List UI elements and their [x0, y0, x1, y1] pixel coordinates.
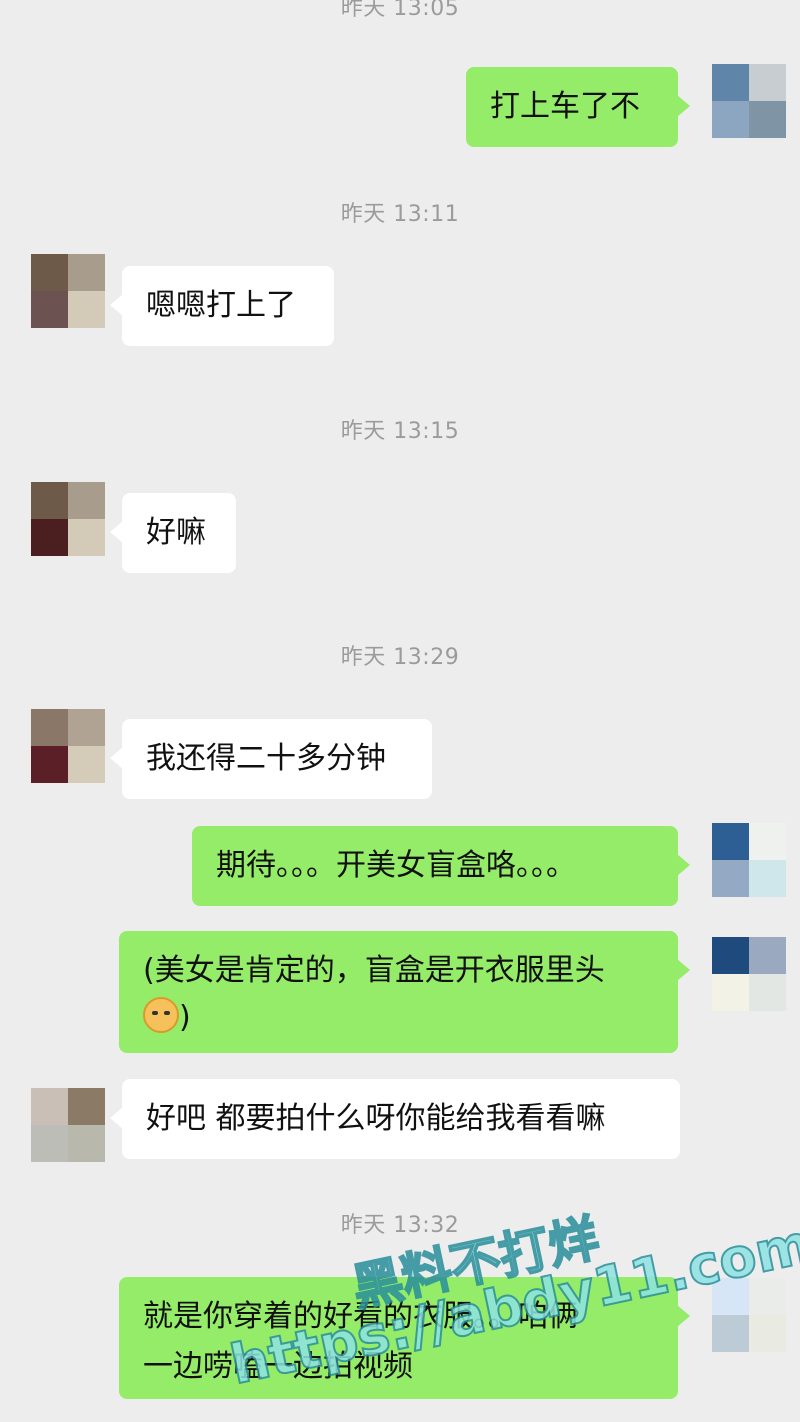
message-text: 期待。。。开美女盲盒咯。。。 — [216, 848, 576, 883]
message-text: 嗯嗯打上了 — [146, 288, 296, 323]
outgoing-message-bubble[interactable]: (美女是肯定的，盲盒是开衣服里头 ) — [119, 931, 690, 1053]
my-avatar[interactable] — [712, 1278, 786, 1352]
cat-face-icon — [143, 997, 179, 1033]
timestamp: 昨天 13:05 — [340, 0, 460, 21]
my-avatar[interactable] — [712, 64, 786, 138]
outgoing-message-bubble[interactable]: 打上车了不 — [466, 67, 690, 147]
timestamp: 昨天 13:29 — [340, 645, 460, 670]
contact-avatar[interactable] — [31, 709, 105, 783]
incoming-message-bubble[interactable]: 我还得二十多分钟 — [110, 719, 432, 799]
message-text-line: 就是你穿着的好看的衣服。。咱俩 — [143, 1299, 578, 1334]
timestamp: 昨天 13:32 — [340, 1213, 460, 1238]
my-avatar[interactable] — [712, 823, 786, 897]
message-text-suffix: ) — [179, 1000, 191, 1035]
message-text: 好嘛 — [146, 515, 206, 550]
timestamp: 昨天 13:15 — [340, 419, 460, 444]
incoming-message-bubble[interactable]: 嗯嗯打上了 — [110, 266, 334, 346]
my-avatar[interactable] — [712, 937, 786, 1011]
incoming-message-bubble[interactable]: 好吧 都要拍什么呀你能给我看看嘛 — [110, 1079, 680, 1159]
message-text: 打上车了不 — [490, 89, 640, 124]
message-text-line: (美女是肯定的，盲盒是开衣服里头 — [143, 953, 605, 988]
outgoing-message-bubble[interactable]: 期待。。。开美女盲盒咯。。。 — [192, 826, 690, 906]
message-text-line: 一边唠嗑一边拍视频 — [143, 1349, 413, 1384]
message-text: 好吧 都要拍什么呀你能给我看看嘛 — [146, 1101, 606, 1136]
timestamp: 昨天 13:11 — [340, 202, 460, 227]
outgoing-message-bubble[interactable]: 就是你穿着的好看的衣服。。咱俩 一边唠嗑一边拍视频 — [119, 1277, 690, 1399]
contact-avatar[interactable] — [31, 482, 105, 556]
contact-avatar[interactable] — [31, 254, 105, 328]
message-text: 我还得二十多分钟 — [146, 741, 386, 776]
incoming-message-bubble[interactable]: 好嘛 — [110, 493, 236, 573]
contact-avatar[interactable] — [31, 1088, 105, 1162]
